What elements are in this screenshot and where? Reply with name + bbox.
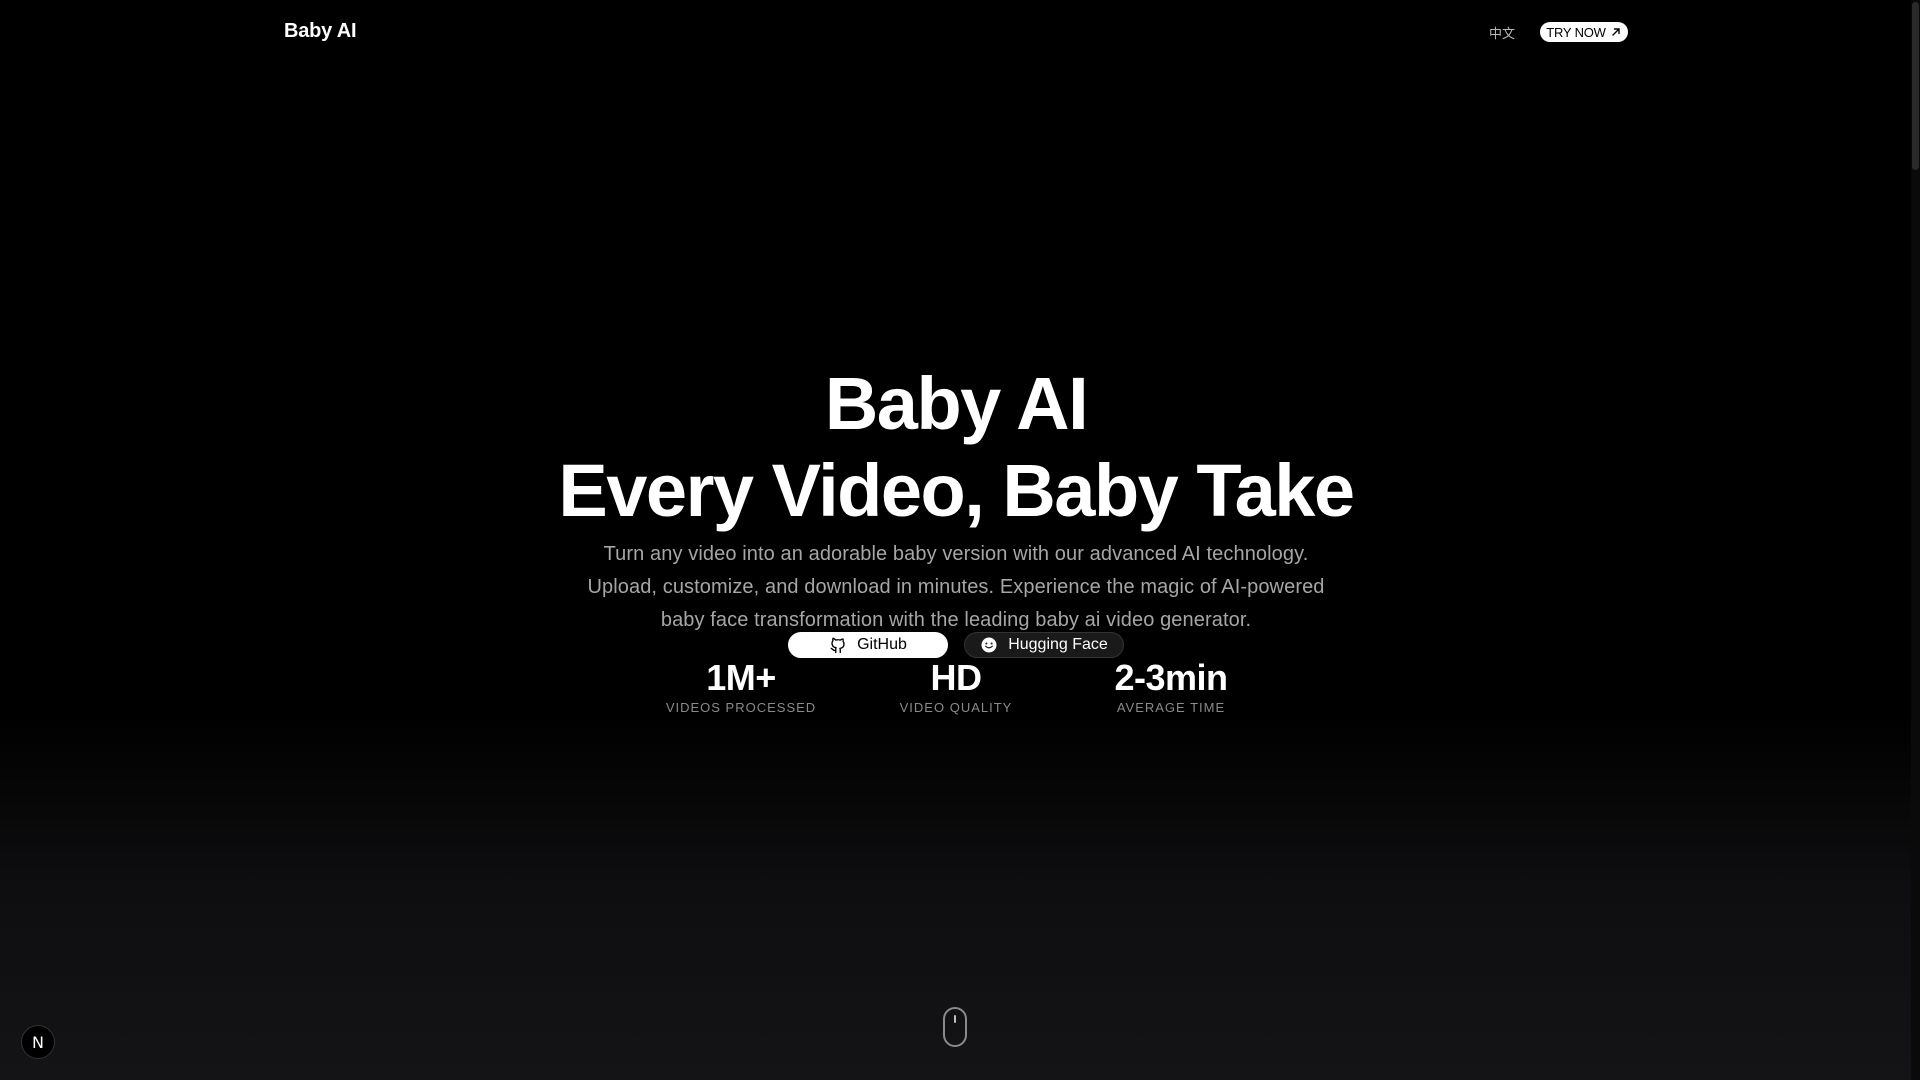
hugging-face-icon — [981, 637, 997, 653]
hero-title-line-2: Every Video, Baby Take — [558, 449, 1355, 532]
nextjs-badge-letter: N — [32, 1032, 44, 1052]
stat-value: 1M+ — [706, 657, 776, 698]
try-now-button[interactable]: TRY NOW — [1540, 22, 1628, 42]
github-button[interactable]: GitHub — [788, 632, 948, 658]
mouse-wheel — [954, 1015, 956, 1023]
hugging-face-button-label: Hugging Face — [1008, 636, 1108, 653]
stat-videos-processed: 1M+ VIDEOS PROCESSED — [634, 656, 849, 716]
github-icon — [830, 637, 845, 654]
stat-value: 2-3min — [1114, 657, 1228, 698]
site-header: Baby AI 中文 TRY NOW — [0, 0, 1920, 64]
mouse-scroll-icon[interactable] — [943, 1007, 967, 1047]
language-switch-link[interactable]: 中文 — [1489, 23, 1515, 42]
stat-video-quality: HD VIDEO QUALITY — [849, 656, 1064, 716]
stat-label: AVERAGE TIME — [1116, 700, 1226, 715]
stat-label: VIDEOS PROCESSED — [665, 700, 817, 715]
hugging-face-button[interactable]: Hugging Face — [964, 632, 1124, 658]
stat-average-time: 2-3min AVERAGE TIME — [1064, 656, 1279, 716]
hero-button-row: GitHub Hugging Face — [0, 632, 1912, 658]
nextjs-dev-badge[interactable]: N — [21, 1025, 55, 1059]
hero-title-line-1: Baby AI — [824, 362, 1089, 445]
arrow-up-right-icon — [1612, 28, 1620, 36]
brand-logo[interactable]: Baby AI — [284, 20, 357, 43]
scrollbar-thumb[interactable] — [1912, 2, 1919, 170]
stat-label: VIDEO QUALITY — [899, 700, 1013, 715]
github-button-label: GitHub — [857, 636, 907, 653]
hero-title: Baby AI Every Video, Baby Take — [0, 360, 1912, 534]
stats-row: 1M+ VIDEOS PROCESSED HD VIDEO QUALITY 2-… — [0, 656, 1912, 716]
hero-description: Turn any video into an adorable baby ver… — [587, 543, 1325, 631]
page-scrollbar[interactable] — [1911, 0, 1920, 1080]
hero-section: Baby AI Every Video, Baby Take Turn any … — [0, 360, 1912, 637]
stat-value: HD — [930, 657, 983, 698]
try-now-label: TRY NOW — [1546, 24, 1606, 40]
